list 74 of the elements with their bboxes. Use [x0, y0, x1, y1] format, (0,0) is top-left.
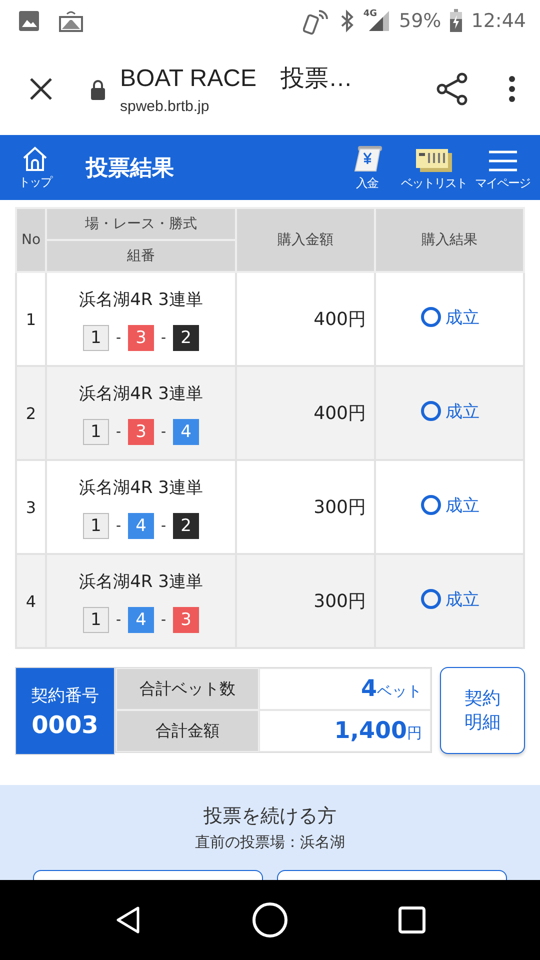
header-button[interactable]: ベットリスト: [401, 146, 467, 192]
total-amount: 1,400円: [334, 718, 422, 744]
dash-separator: -: [161, 518, 166, 534]
share-icon[interactable]: [436, 72, 470, 106]
race-name: 浜名湖4R 3連単: [78, 476, 204, 498]
screen-icon: [58, 8, 84, 34]
dash-separator: -: [116, 612, 121, 628]
result-text: 成立: [446, 400, 480, 423]
table-cell: 300円: [236, 554, 375, 648]
lock-icon: [90, 78, 106, 100]
column-header: 購入金額: [236, 208, 375, 272]
column-header: 組番: [46, 240, 236, 272]
summary-label: 合計ベット数: [116, 668, 259, 710]
table-cell: 2: [16, 366, 46, 460]
menu-button[interactable]: マイページ: [475, 148, 530, 192]
boat-number: 2: [173, 324, 200, 350]
dash-separator: -: [161, 612, 166, 628]
race-name: 浜名湖4R 3連単: [78, 382, 204, 404]
home-circle-icon[interactable]: [250, 901, 289, 939]
table-cell: 400円: [236, 366, 375, 460]
boat-number: 3: [173, 606, 200, 632]
dash-separator: -: [116, 330, 121, 346]
table-cell: 1: [16, 272, 46, 366]
boat-number: 4: [173, 418, 200, 444]
page-url: spweb.brtb.jp: [120, 98, 210, 115]
network-label: 4G: [363, 9, 377, 19]
bet-count: 4ベット: [360, 676, 422, 702]
back-icon[interactable]: [114, 905, 142, 935]
summary-label: 合計金額: [116, 710, 259, 752]
column-header: 場・レース・勝式: [46, 208, 236, 240]
circle-icon: [420, 306, 442, 328]
dash-separator: -: [161, 424, 166, 440]
result-text: 成立: [446, 494, 480, 517]
section-subtitle: 直前の投票場：浜名湖: [195, 833, 345, 852]
dash-separator: -: [116, 518, 121, 534]
boat-number: 4: [128, 606, 154, 632]
detail-button[interactable]: 契約明細: [440, 667, 525, 754]
more-icon[interactable]: [508, 74, 516, 102]
close-icon[interactable]: [28, 76, 54, 102]
result-text: 成立: [446, 588, 480, 611]
boat-number: 1: [82, 418, 109, 444]
boat-number: 2: [173, 512, 200, 538]
boat-number: 1: [82, 324, 109, 350]
boat-number: 3: [128, 324, 154, 350]
table-cell: 4: [16, 554, 46, 648]
circle-icon: [420, 588, 442, 610]
home-button[interactable]: トップ: [10, 144, 60, 190]
header-title: 投票結果: [86, 154, 175, 182]
clock: 12:44: [471, 10, 526, 32]
contract-label: 契約番号: [30, 684, 99, 706]
bluetooth-icon: [339, 9, 356, 33]
home-icon: [21, 144, 49, 172]
header-button[interactable]: 入金: [341, 144, 393, 192]
page-title: BOAT RACE 投票…: [120, 64, 354, 94]
column-header: No: [16, 208, 46, 272]
image-icon: [18, 10, 40, 32]
column-header: 購入結果: [375, 208, 524, 272]
contract-number: 0003: [32, 710, 98, 738]
boat-number: 1: [82, 606, 109, 632]
circle-icon: [420, 400, 442, 422]
race-name: 浜名湖4R 3連単: [78, 570, 204, 592]
circle-icon: [420, 494, 442, 516]
boat-number: 3: [128, 418, 154, 444]
battery-icon: [449, 9, 464, 33]
dash-separator: -: [116, 424, 121, 440]
section-title: 投票を続ける方: [204, 804, 336, 829]
battery-percent: 59%: [399, 10, 442, 32]
race-name: 浜名湖4R 3連単: [78, 288, 204, 310]
result-text: 成立: [446, 306, 480, 329]
table-cell: 3: [16, 460, 46, 554]
dash-separator: -: [161, 330, 166, 346]
overview-icon[interactable]: [398, 906, 426, 934]
boat-number: 1: [82, 512, 109, 538]
boat-number: 4: [128, 512, 154, 538]
